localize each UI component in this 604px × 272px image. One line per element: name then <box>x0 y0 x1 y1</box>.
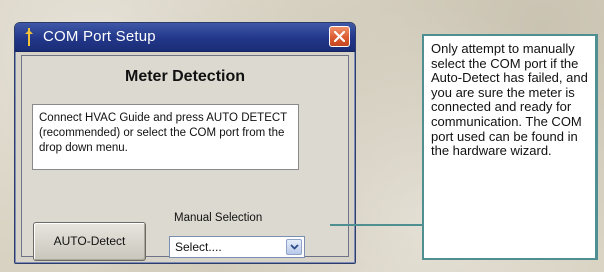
help-callout: Only attempt to manually select the COM … <box>422 34 598 260</box>
